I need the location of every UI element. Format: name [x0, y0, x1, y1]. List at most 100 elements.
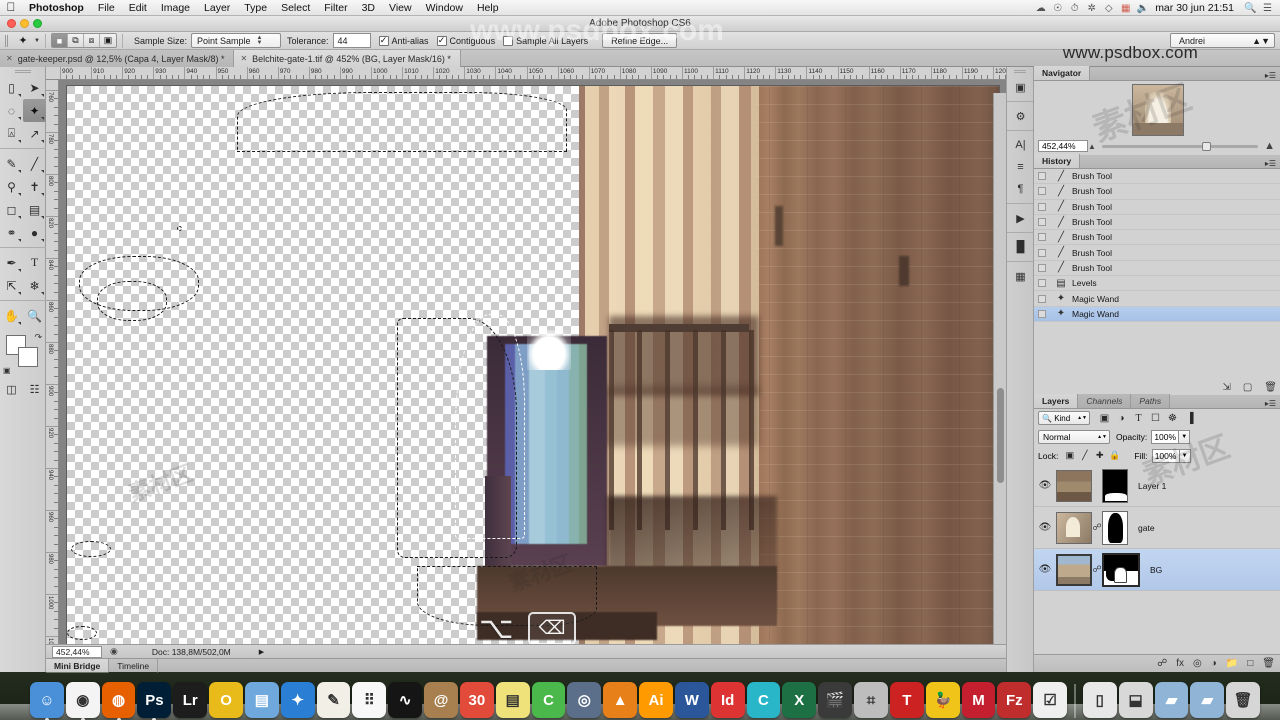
lasso-tool[interactable]: ◌	[0, 99, 23, 122]
fill-stepper-icon[interactable]: ▼	[1179, 448, 1191, 463]
tab-channels[interactable]: Channels	[1078, 394, 1132, 408]
menu-type[interactable]: Type	[237, 0, 274, 16]
new-document-from-state-icon[interactable]: ⇲	[1222, 382, 1230, 393]
history-state-item[interactable]: ╱ Brush Tool	[1034, 169, 1280, 185]
paragraph-panel-icon[interactable]: ¶	[1007, 178, 1034, 200]
dock-icon-trash[interactable]: 🗑	[1226, 682, 1261, 718]
rail-grip[interactable]	[1007, 67, 1033, 76]
history-state-toggle[interactable]	[1034, 279, 1050, 288]
shape-tool[interactable]: ❄	[23, 274, 46, 297]
dock-icon-opera[interactable]: O	[209, 682, 243, 718]
layer-thumbnail[interactable]	[1056, 511, 1092, 544]
history-state-toggle[interactable]	[1034, 248, 1050, 257]
aspect-ratio-icon[interactable]: ◉	[110, 646, 118, 657]
dock-icon-launchpad[interactable]: ⠿	[352, 682, 387, 718]
tab-navigator[interactable]: Navigator	[1034, 66, 1091, 80]
menu-help[interactable]: Help	[470, 0, 506, 16]
document-canvas[interactable]: ⌥ ⌫ 素材区 素材区	[67, 86, 999, 658]
dock-icon-screen-sharing[interactable]: ◎	[567, 682, 602, 718]
layer-row-bg[interactable]: 👁 ☍ BG	[1034, 549, 1280, 591]
adjustment-layers-icon[interactable]: ◑	[1113, 411, 1130, 425]
tab-history[interactable]: History	[1034, 154, 1081, 168]
refine-edge-button[interactable]: Refine Edge...	[602, 33, 678, 48]
navigator-zoom-knob[interactable]	[1201, 141, 1211, 151]
timeline-panel-icon[interactable]: ▶	[1007, 207, 1034, 229]
dock-icon-usb-drive[interactable]: ⬓	[1118, 682, 1153, 718]
navigator-zoom-slider[interactable]	[1101, 140, 1259, 152]
menu-3d[interactable]: 3D	[355, 0, 382, 16]
vertical-scroll-thumb[interactable]	[997, 388, 1004, 483]
layer-row-layer1[interactable]: 👁 Layer 1	[1034, 465, 1280, 507]
options-bar-grip[interactable]	[0, 32, 12, 50]
menu-filter[interactable]: Filter	[317, 0, 354, 16]
close-icon[interactable]: ✕	[6, 54, 13, 63]
panel-menu-icon[interactable]: ▸☰	[1260, 399, 1280, 408]
dock-icon-firefox[interactable]: ◍	[101, 682, 136, 720]
add-mask-icon[interactable]: ◎	[1193, 658, 1202, 669]
properties-panel-icon[interactable]: ≡	[1007, 156, 1034, 178]
delete-state-icon[interactable]: 🗑	[1264, 382, 1277, 393]
dock-icon-coda[interactable]: C	[531, 682, 566, 718]
tab-timeline[interactable]: Timeline	[109, 659, 159, 673]
link-icon[interactable]: ☍	[1092, 522, 1102, 533]
shape-layers-icon[interactable]: ☐	[1147, 411, 1164, 425]
new-layer-icon[interactable]: □	[1247, 658, 1253, 669]
intersect-selection-button[interactable]: ▣	[99, 34, 116, 47]
history-state-toggle[interactable]	[1034, 309, 1050, 318]
document-tab-belchite-gate[interactable]: ✕ Belchite-gate-1.tif @ 452% (BG, Layer …	[234, 50, 461, 67]
document-tab-gate-keeper[interactable]: ✕ gate-keeper.psd @ 12,5% (Capa 4, Layer…	[0, 50, 235, 67]
zoom-out-icon[interactable]: ▲	[1088, 142, 1096, 151]
layer-name[interactable]: gate	[1138, 523, 1155, 533]
bluetooth-icon[interactable]: ✲	[1083, 3, 1100, 14]
layer-name[interactable]: BG	[1150, 565, 1162, 575]
eraser-tool[interactable]: ◻	[0, 198, 23, 221]
dock-icon-mamp[interactable]: M	[961, 682, 996, 718]
menu-photoshop[interactable]: Photoshop	[22, 0, 91, 16]
lock-position-icon[interactable]: ✚	[1092, 449, 1107, 463]
smart-object-icon[interactable]: ☸	[1164, 411, 1181, 425]
filter-toggle-icon[interactable]: ▌	[1185, 411, 1202, 425]
vertical-scrollbar[interactable]	[993, 93, 1006, 672]
dock-icon-excel[interactable]: X	[782, 682, 817, 718]
volume-icon[interactable]: 🔈	[1134, 3, 1151, 14]
type-layers-icon[interactable]: T	[1130, 411, 1147, 425]
sample-size-select[interactable]: Point Sample ▲ ▼	[190, 33, 281, 48]
link-icon[interactable]: ☍	[1092, 564, 1102, 575]
vertical-ruler[interactable]: 760 780 800 820 840 860 880 900 920 940 960 980 1000…	[46, 80, 59, 672]
menu-file[interactable]: File	[91, 0, 122, 16]
layer-row-gate[interactable]: 👁 ☍ gate	[1034, 507, 1280, 549]
dock-icon-notes-app[interactable]: ✎	[316, 682, 351, 718]
character-panel-icon[interactable]: A|	[1007, 134, 1034, 156]
dock-icon-vlc[interactable]: ▲	[603, 682, 638, 718]
background-color-swatch[interactable]	[18, 347, 38, 367]
dock-icon-final-cut-pro[interactable]: 🎬	[818, 682, 853, 718]
adjustments-panel-icon[interactable]: ⚙	[1007, 105, 1034, 127]
history-state-list[interactable]: ╱ Brush Tool ╱ Brush Tool ╱ Brush Tool ╱ Brush …	[1034, 169, 1280, 369]
history-state-toggle[interactable]	[1034, 294, 1050, 303]
new-group-icon[interactable]: 📁	[1226, 658, 1238, 669]
eye-icon[interactable]: 👁	[1034, 564, 1056, 575]
fill-input[interactable]: 100%	[1151, 448, 1180, 463]
link-layers-icon[interactable]: ☍	[1157, 658, 1167, 669]
history-state-item[interactable]: ╱ Brush Tool	[1034, 261, 1280, 277]
dock-icon-stickies[interactable]: ▤	[495, 682, 530, 718]
dock-icon-safari[interactable]: ✦	[280, 682, 315, 718]
notification-center-icon[interactable]: ☰	[1259, 3, 1276, 14]
subtract-from-selection-button[interactable]: ⧈	[83, 34, 100, 47]
dock-icon-calculator[interactable]: ⌗	[854, 682, 888, 718]
layer-thumbnail[interactable]	[1056, 469, 1092, 502]
history-state-toggle[interactable]	[1034, 187, 1050, 196]
eyedropper-tool[interactable]: ↗	[23, 122, 46, 145]
dock-icon-calendar[interactable]: 30	[459, 682, 494, 718]
tab-mini-bridge[interactable]: Mini Bridge	[46, 659, 110, 673]
layer-style-icon[interactable]: fx	[1176, 658, 1184, 669]
horizontal-ruler[interactable]: 900 910 920 930 940 950 960 970 980 990 1000 1010 10…	[46, 67, 1006, 80]
zoom-tool[interactable]: 🔍	[23, 304, 46, 327]
timemachine-icon[interactable]: ⏱	[1066, 3, 1083, 14]
history-state-item[interactable]: ╱ Brush Tool	[1034, 184, 1280, 200]
layer-name[interactable]: Layer 1	[1138, 481, 1166, 491]
history-state-toggle[interactable]	[1034, 202, 1050, 211]
dock-icon-word[interactable]: W	[674, 682, 709, 718]
lock-transparent-pixels-icon[interactable]: ▣	[1062, 449, 1077, 463]
menu-image[interactable]: Image	[154, 0, 197, 16]
